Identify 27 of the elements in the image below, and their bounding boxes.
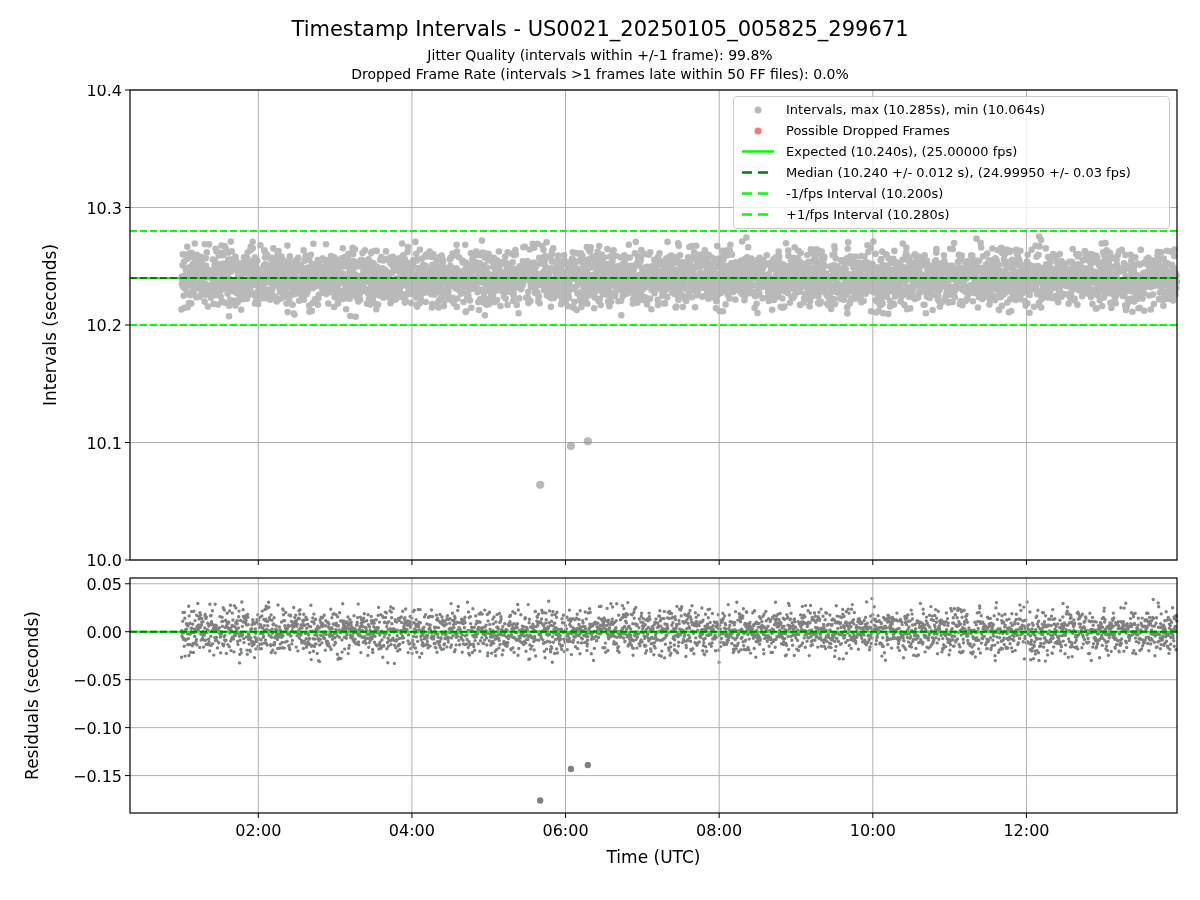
tick-label: 10.1: [86, 433, 122, 453]
legend-label: Intervals, max (10.285s), min (10.064s): [786, 100, 1045, 119]
tick-label: 08:00: [696, 821, 743, 840]
tick-label: 0.00: [86, 622, 122, 642]
legend-label: Median (10.240 +/- 0.012 s), (24.99950 +/- 0.03 fps): [786, 163, 1131, 182]
tick-label: −0.05: [72, 670, 122, 690]
tick-label: 02:00: [235, 821, 282, 840]
legend-label: Expected (10.240s), (25.00000 fps): [786, 142, 1018, 161]
tick-label: 04:00: [388, 821, 435, 840]
axis-label: Residuals (seconds): [22, 611, 42, 780]
axis-label: Time (UTC): [606, 847, 701, 867]
tick-label: 10.3: [86, 198, 122, 218]
tick-label: −0.15: [72, 766, 122, 786]
tick-label: 06:00: [542, 821, 589, 840]
chart-subtitle: Dropped Frame Rate (intervals >1 frames late within 50 FF files): 0.0%: [350, 65, 850, 84]
legend-label: Possible Dropped Frames: [786, 121, 950, 140]
legend-label: -1/fps Interval (10.200s): [786, 184, 944, 203]
tick-label: 0.05: [86, 574, 122, 594]
tick-label: 10:00: [849, 821, 896, 840]
tick-label: −0.10: [72, 718, 122, 738]
legend-label: +1/fps Interval (10.280s): [786, 205, 950, 224]
chart-subtitle: Jitter Quality (intervals within +/-1 frame): 99.8%: [425, 46, 774, 65]
tick-label: 12:00: [1003, 821, 1050, 840]
tick-label: 10.0: [86, 551, 122, 570]
axis-label: Intervals (seconds): [40, 243, 60, 407]
chart-title: Timestamp Intervals - US0021_20250105_005825_299671: [290, 16, 910, 44]
tick-label: 10.2: [86, 316, 122, 335]
